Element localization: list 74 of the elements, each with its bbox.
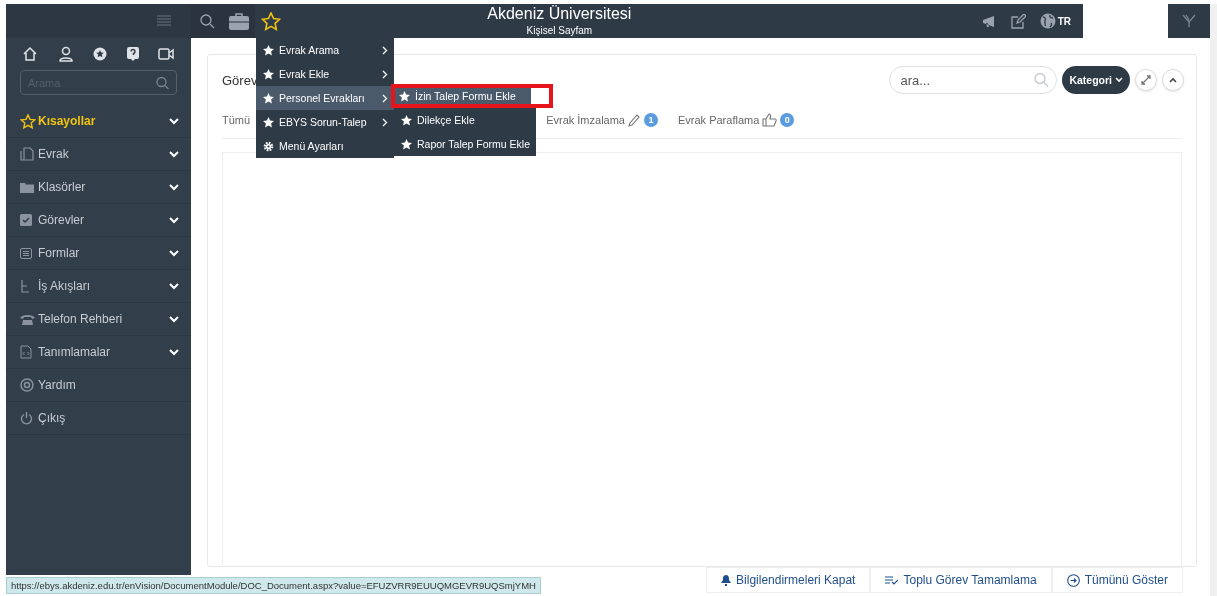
help-icon[interactable]	[126, 47, 139, 61]
menu-item[interactable]: Evrak Ekle	[256, 62, 394, 86]
globe-icon	[1039, 13, 1056, 29]
star-icon	[263, 116, 274, 128]
settings-icon	[263, 140, 274, 152]
menu-item[interactable]: İzin Talep Formu Ekle	[391, 84, 554, 108]
megaphone-icon[interactable]	[981, 14, 997, 28]
footer-button[interactable]: Bilgilendirmeleri Kapat	[706, 567, 871, 593]
tab[interactable]: Evrak Paraflama 0	[678, 113, 795, 127]
sidebar-item[interactable]: Çıkış	[6, 402, 191, 435]
folder-icon	[20, 181, 34, 193]
sidebar-item[interactable]: İş Akışları	[6, 270, 191, 303]
expand-icon	[1141, 75, 1151, 85]
video-icon[interactable]	[158, 48, 174, 60]
app-title: Akdeniz Üniversitesi	[487, 5, 632, 23]
code-file-icon	[20, 345, 32, 359]
menu-item[interactable]: EBYS Sorun-Talep	[256, 110, 394, 134]
star-icon	[401, 138, 412, 150]
flow-icon	[20, 279, 30, 293]
count-badge: 0	[780, 113, 795, 127]
clipboard-icon	[20, 214, 32, 226]
menu-item[interactable]: Rapor Talep Formu Ekle	[394, 132, 537, 156]
expand-button[interactable]	[1135, 69, 1157, 91]
search-icon	[156, 76, 169, 89]
briefcase-icon[interactable]	[229, 12, 249, 30]
tab[interactable]: Tümü	[222, 114, 251, 126]
search-icon[interactable]	[199, 13, 215, 29]
sidebar-item[interactable]: Görevler	[6, 204, 191, 237]
search-icon	[1034, 72, 1050, 88]
sidebar-item[interactable]: Formlar	[6, 237, 191, 270]
sidebar-item[interactable]: Tanımlamalar	[6, 336, 191, 369]
language-selector[interactable]: TR	[1039, 13, 1071, 29]
sidebar-item[interactable]: Telefon Rehberi	[6, 303, 191, 336]
panel-title: Görev	[222, 72, 258, 88]
category-button[interactable]: Kategori	[1062, 66, 1130, 94]
collapse-button[interactable]	[1162, 69, 1184, 91]
sidebar-item[interactable]: Evrak	[6, 138, 191, 171]
home-icon[interactable]	[22, 46, 38, 62]
form-icon	[20, 247, 32, 259]
star-icon	[20, 113, 36, 129]
pencil-icon	[628, 113, 641, 127]
footer-button[interactable]: Toplu Görev Tamamlama	[870, 567, 1052, 593]
bell-icon	[721, 574, 732, 586]
filter-icon[interactable]	[1182, 14, 1196, 28]
star-icon	[263, 44, 274, 56]
star-icon[interactable]	[261, 11, 281, 31]
chevron-down-icon	[1115, 77, 1123, 83]
tab[interactable]: Evrak İmzalama 1	[546, 113, 658, 127]
menu-item[interactable]: Evrak Arama	[256, 38, 394, 62]
sidebar-item[interactable]: Kısayollar	[6, 105, 191, 138]
sidebar-item[interactable]: Klasörler	[6, 171, 191, 204]
menu-item[interactable]: Menü Ayarları	[256, 134, 394, 158]
star-icon	[401, 114, 412, 126]
page-subtitle: Kişisel Sayfam	[526, 25, 593, 36]
star-icon	[399, 90, 410, 102]
arrow-circle-icon	[1066, 573, 1080, 587]
star-icon	[263, 68, 274, 80]
count-badge: 1	[644, 113, 658, 127]
thumbs-up-icon	[762, 113, 778, 127]
menu-item[interactable]: Dilekçe Ekle	[394, 108, 537, 132]
document-icon	[20, 147, 34, 161]
star-badge-icon[interactable]	[93, 47, 107, 61]
lifebuoy-icon	[20, 378, 34, 392]
sidebar-item[interactable]: Yardım	[6, 369, 191, 402]
phone-icon	[20, 313, 35, 325]
user-icon[interactable]	[57, 46, 74, 62]
chevron-up-icon	[1169, 77, 1177, 83]
status-url: https://ebys.akdeniz.edu.tr/enVision/DocumentModule/DOC_Document.aspx?value=EFUZVRR9EUUQMGEVR9UQSmjYMH	[6, 577, 541, 594]
list-check-icon	[885, 575, 899, 585]
star-icon	[263, 92, 274, 104]
power-icon	[20, 411, 33, 425]
menu-item[interactable]: Personel Evrakları	[256, 86, 394, 110]
footer-button[interactable]: Tümünü Göster	[1051, 567, 1183, 593]
edit-icon[interactable]	[1010, 13, 1026, 29]
